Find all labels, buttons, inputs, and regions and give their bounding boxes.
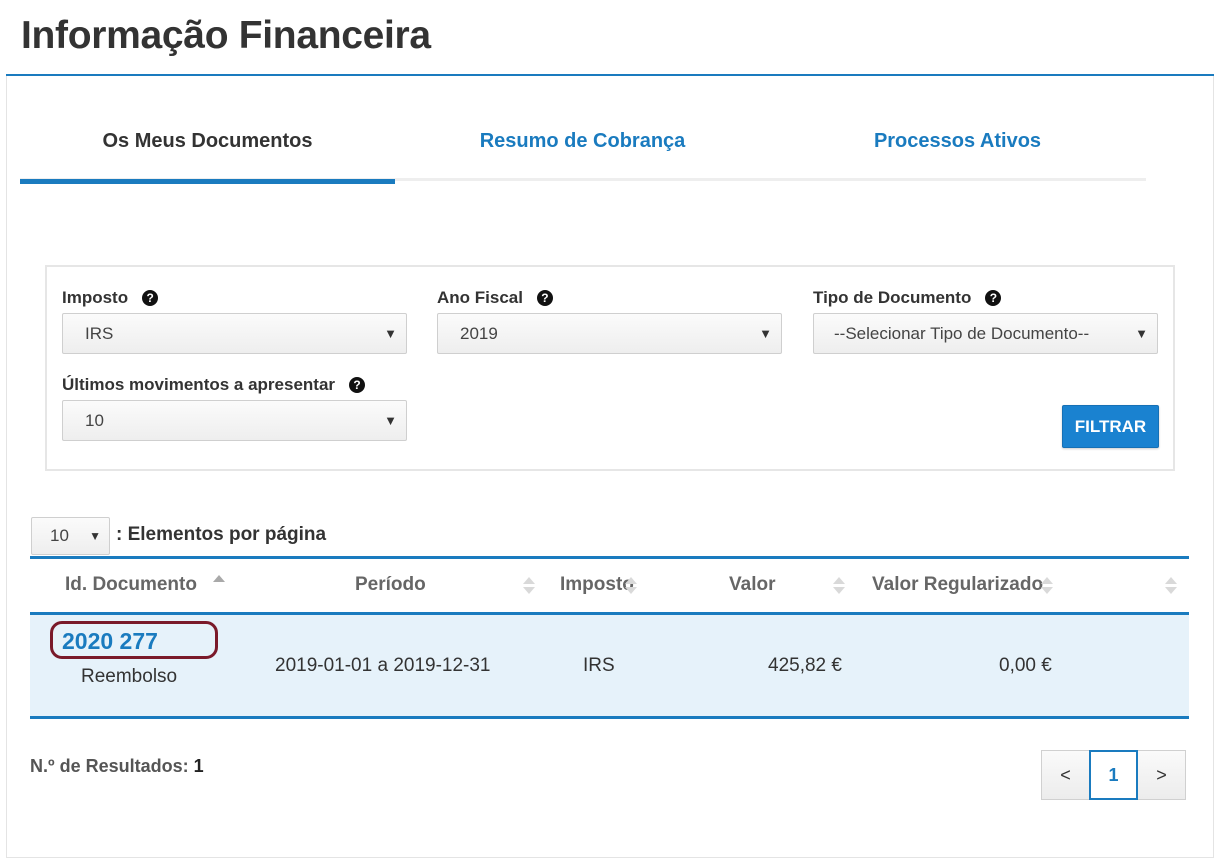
document-type: Reembolso (81, 666, 178, 687)
column-header-id-documento[interactable]: Id. Documento (65, 574, 197, 596)
imposto-select[interactable]: IRS ▼ (62, 313, 407, 354)
tab-os-meus-documentos[interactable]: Os Meus Documentos (20, 105, 395, 184)
imposto-label: Imposto ? (62, 288, 159, 308)
ultimos-movimentos-label: Últimos movimentos a apresentar ? (62, 375, 366, 395)
ano-fiscal-select-value: 2019 (460, 323, 498, 343)
elements-per-page-select[interactable]: 10 ▼ (31, 517, 110, 555)
ano-fiscal-select[interactable]: 2019 ▼ (437, 313, 782, 354)
results-label: N.º de Resultados: (30, 756, 189, 776)
table-top-border (30, 556, 1189, 559)
page-title: Informação Financeira (21, 14, 431, 57)
chevron-down-icon: ▼ (384, 326, 397, 341)
pagination: < 1 > (1041, 750, 1186, 800)
chevron-down-icon: ▼ (759, 326, 772, 341)
column-header-valor-regularizado[interactable]: Valor Regularizado (872, 574, 1043, 596)
chevron-down-icon: ▼ (384, 413, 397, 428)
tab-resumo-de-cobranca[interactable]: Resumo de Cobrança (395, 105, 770, 181)
cell-valor-regularizado: 0,00 € (999, 655, 1052, 676)
cell-periodo: 2019-01-01 a 2019-12-31 (275, 655, 491, 676)
sort-icon[interactable] (1040, 576, 1054, 596)
chevron-down-icon: ▼ (1135, 326, 1148, 341)
column-header-valor[interactable]: Valor (729, 574, 775, 596)
sort-ascending-icon[interactable] (212, 575, 226, 585)
tipo-documento-select[interactable]: --Selecionar Tipo de Documento-- ▼ (813, 313, 1158, 354)
column-header-imposto[interactable]: Imposto (560, 574, 634, 596)
results-number: 1 (193, 756, 204, 776)
question-circle-icon[interactable]: ? (142, 290, 159, 306)
imposto-select-value: IRS (85, 323, 114, 343)
results-count: N.º de Resultados: 1 (30, 756, 204, 777)
filter-button[interactable]: FILTRAR (1062, 405, 1159, 448)
sort-icon[interactable] (1164, 576, 1178, 596)
question-circle-icon[interactable]: ? (349, 377, 366, 393)
column-header-periodo[interactable]: Período (355, 574, 426, 596)
question-circle-icon[interactable]: ? (536, 290, 553, 306)
page-1-button[interactable]: 1 (1089, 750, 1138, 800)
ano-fiscal-label-text: Ano Fiscal (437, 288, 523, 307)
question-circle-icon[interactable]: ? (985, 290, 1002, 306)
ano-fiscal-label: Ano Fiscal ? (437, 288, 553, 308)
tipo-documento-label: Tipo de Documento ? (813, 288, 1002, 308)
ultimos-movimentos-label-text: Últimos movimentos a apresentar (62, 375, 336, 394)
tipo-documento-label-text: Tipo de Documento (813, 288, 972, 307)
tab-bar: Os Meus Documentos Resumo de Cobrança Pr… (20, 105, 1146, 184)
annotation-circle (50, 621, 218, 659)
chevron-down-icon: ▼ (89, 529, 101, 543)
elements-per-page-value: 10 (50, 526, 69, 545)
elements-per-page-label: : Elementos por página (116, 524, 327, 545)
tipo-documento-select-value: --Selecionar Tipo de Documento-- (834, 323, 1090, 343)
sort-icon[interactable] (522, 576, 536, 596)
next-page-button[interactable]: > (1137, 750, 1186, 800)
previous-page-button[interactable]: < (1041, 750, 1090, 800)
ultimos-movimentos-select[interactable]: 10 ▼ (62, 400, 407, 441)
cell-imposto: IRS (583, 655, 615, 676)
sort-icon[interactable] (624, 576, 638, 596)
table-bottom-border (30, 716, 1189, 719)
tab-processos-ativos[interactable]: Processos Ativos (770, 105, 1145, 181)
cell-valor: 425,82 € (768, 655, 842, 676)
sort-icon[interactable] (832, 576, 846, 596)
ultimos-movimentos-select-value: 10 (85, 410, 104, 430)
imposto-label-text: Imposto (62, 288, 129, 307)
